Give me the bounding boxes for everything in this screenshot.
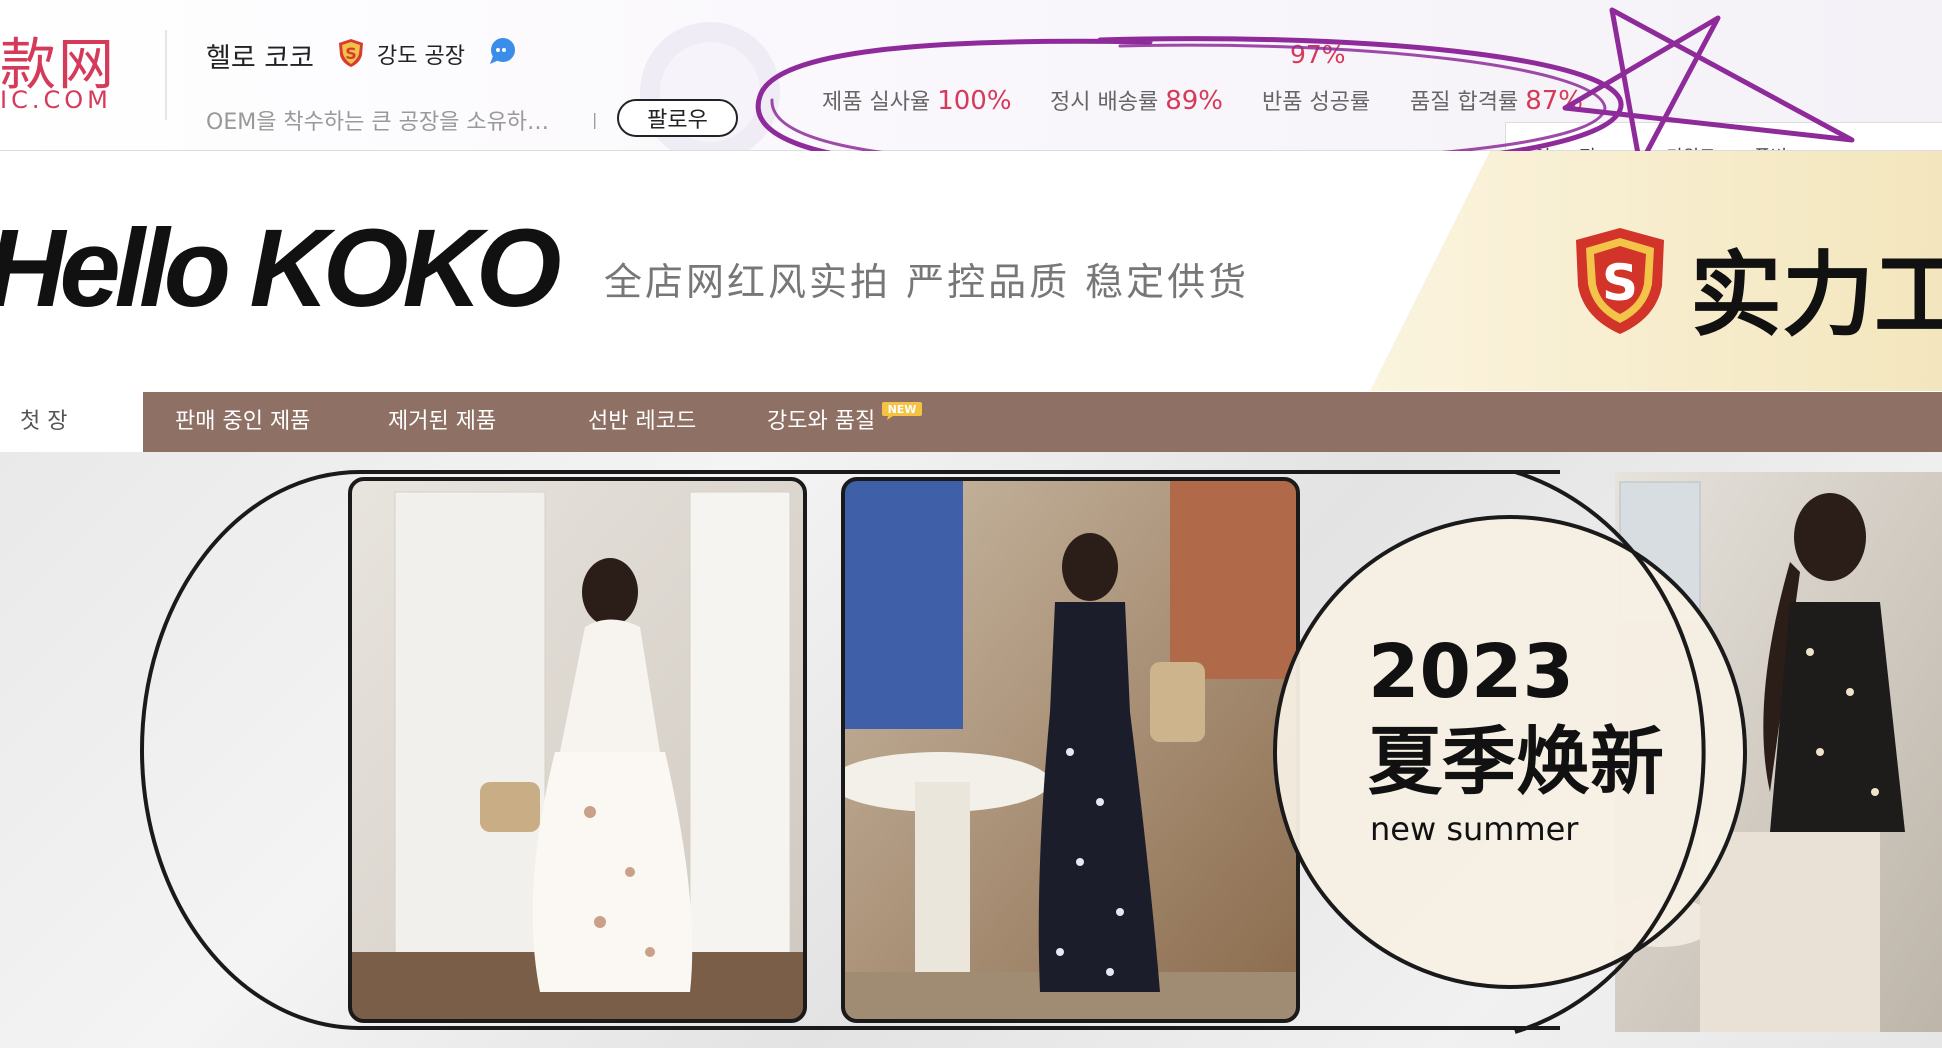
factory-badge-label: 강도 공장	[377, 44, 465, 69]
shop-description: OEM을 착수하는 큰 공장을 소유하…	[206, 110, 550, 135]
product-photo-floral-dress	[843, 479, 1298, 1021]
stat-return-success: 반품 성공률	[1262, 84, 1370, 116]
stat-quality-pass: 품질 합격률 87%	[1410, 84, 1583, 116]
strength-badge-text: 实力工	[1690, 242, 1942, 349]
stat-label: 품질 합격률	[1410, 90, 1519, 115]
nav-home[interactable]: 첫 장	[0, 392, 143, 452]
separator: |	[592, 110, 598, 129]
tab-fragment[interactable]: 이 ... 정	[1534, 143, 1596, 150]
divider	[165, 30, 167, 120]
stat-label: 반품 성공률	[1262, 90, 1371, 115]
tab-item-number[interactable]: 품번	[1754, 143, 1787, 150]
stat-label: 정시 배송률	[1050, 90, 1159, 115]
svg-text:S: S	[345, 44, 357, 63]
nav-strength-quality[interactable]: 강도와 품질	[767, 392, 875, 452]
nav-removed[interactable]: 제거된 제품	[388, 392, 496, 452]
svg-text:S: S	[1602, 254, 1638, 312]
stat-top-value: 97%	[1290, 40, 1346, 69]
chat-bubble-icon[interactable]	[487, 36, 517, 66]
nav-shelf-record[interactable]: 선반 레코드	[588, 392, 696, 452]
follow-button[interactable]: 팔로우	[617, 99, 738, 137]
stat-value: 100%	[937, 86, 1012, 116]
shop-name[interactable]: 헬로 코코	[206, 36, 314, 75]
shield-icon: S	[339, 39, 363, 67]
shop-header: 款网 IC.COM 헬로 코코 S 강도 공장 OEM을 착수하는 큰 공장을 …	[0, 0, 1942, 151]
hero-banner: 2023 夏季焕新 new summer	[0, 452, 1942, 1048]
banner-tagline: 全店网红风实拍 严控品质 稳定供货	[604, 260, 1250, 304]
hero-artwork: 2023 夏季焕新 new summer	[140, 470, 1942, 1034]
new-tag: NEW	[882, 402, 922, 420]
stat-value: 87%	[1525, 86, 1583, 116]
new-tag-label: NEW	[888, 403, 917, 416]
shop-nav: 첫 장 판매 중인 제품 제거된 제품 선반 레코드 강도와 품질 NEW	[0, 392, 1942, 452]
stat-product-accuracy: 제품 실사율 100%	[822, 84, 1012, 116]
search-tabs-fragment: 이 ... 정 키워드 품번	[1505, 122, 1942, 150]
product-photo-white-dress	[350, 479, 805, 1021]
brand-logo: Hello KOKO	[0, 207, 561, 330]
nav-on-sale[interactable]: 판매 중인 제품	[175, 392, 310, 452]
stat-on-time-delivery: 정시 배송률 89%	[1050, 84, 1223, 116]
promo-year: 2023	[1368, 629, 1574, 715]
site-logo-domain[interactable]: IC.COM	[0, 86, 112, 114]
tab-keyword[interactable]: 키워드	[1666, 143, 1716, 150]
shop-banner: Hello KOKO 全店网红风实拍 严控品质 稳定供货 S 实力工	[0, 151, 1942, 391]
stat-value: 89%	[1165, 86, 1223, 116]
promo-subtitle: new summer	[1370, 810, 1579, 848]
stat-label: 제품 실사율	[822, 90, 931, 115]
promo-title: 夏季焕新	[1368, 719, 1664, 805]
strength-shield-icon: S	[1576, 228, 1664, 334]
nav-bar: 판매 중인 제품 제거된 제품 선반 레코드 강도와 품질	[143, 392, 1942, 452]
